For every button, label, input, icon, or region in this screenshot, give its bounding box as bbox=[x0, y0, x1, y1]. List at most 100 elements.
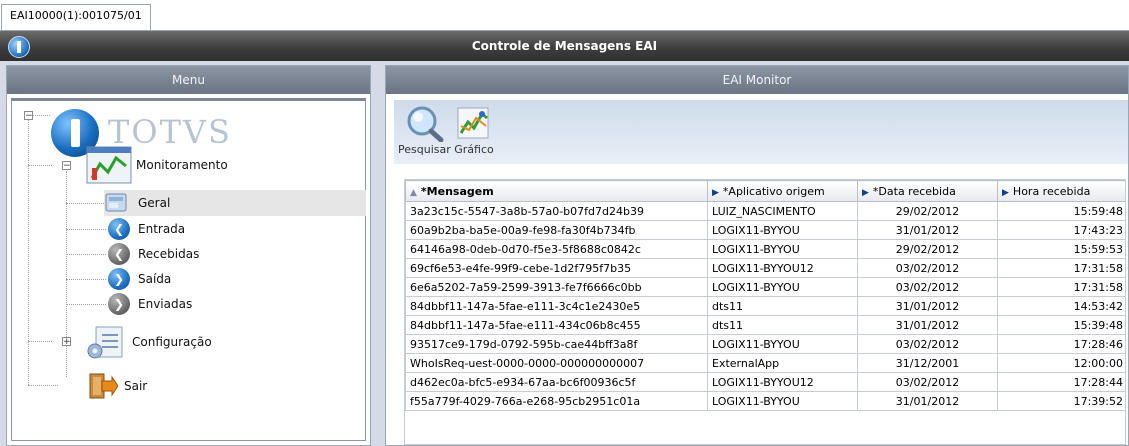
tree-item-geral[interactable]: Geral bbox=[104, 190, 366, 216]
table-cell: 60a9b2ba-ba5e-00a9-fe98-fa30f4b734fb bbox=[405, 220, 708, 240]
tab-strip: EAI10000(1):001075/01 bbox=[0, 0, 1129, 30]
window-title: Controle de Mensagens EAI bbox=[471, 39, 658, 53]
totvs-app-icon bbox=[8, 36, 30, 58]
table-cell: 31/01/2012 bbox=[857, 296, 998, 316]
table-cell: 17:31:58 bbox=[997, 258, 1125, 278]
monitor-toolbar: Pesquisar Gráfico bbox=[394, 100, 1128, 164]
table-cell: 64146a98-0deb-0d70-f5e3-5f8688c0842c bbox=[405, 239, 708, 259]
table-cell: LOGIX11-BYYOU bbox=[707, 277, 858, 297]
tree-item-saida[interactable]: ❯ Saída bbox=[108, 268, 171, 290]
table-row[interactable]: 64146a98-0deb-0d70-f5e3-5f8688c0842c LOGI… bbox=[405, 239, 1125, 259]
tree-item-recebidas[interactable]: ❮ Recebidas bbox=[108, 243, 199, 265]
tree-line bbox=[28, 385, 58, 386]
table-cell: 03/02/2012 bbox=[857, 277, 998, 297]
chart-button-label: Gráfico bbox=[454, 143, 494, 156]
column-header-label: Hora recebida bbox=[1012, 184, 1091, 198]
dashboard-icon bbox=[105, 193, 127, 212]
table-cell: 17:28:44 bbox=[997, 372, 1125, 392]
table-header-row: ▲ *Mensagem ▶ *Aplicativo origem ▶ *Data re… bbox=[405, 180, 1125, 202]
eai-monitor-panel: EAI Monitor Pesquisar Gráfico ▲ *Mensage… bbox=[385, 65, 1129, 446]
chart-button[interactable]: Gráfico bbox=[454, 104, 494, 156]
table-cell: LOGIX11-BYYOU12 bbox=[707, 372, 858, 392]
tree-item-label: Enviadas bbox=[138, 297, 193, 311]
table-cell: 12:00:00 bbox=[997, 353, 1125, 373]
search-button[interactable]: Pesquisar bbox=[398, 104, 451, 156]
table-cell: 03/02/2012 bbox=[857, 334, 998, 354]
tree-item-label: Entrada bbox=[138, 222, 186, 236]
tree-line bbox=[66, 304, 106, 305]
table-cell: 31/01/2012 bbox=[857, 391, 998, 411]
tree-item-label: Recebidas bbox=[138, 247, 200, 261]
table-cell: 17:43:23 bbox=[997, 220, 1125, 240]
table-cell: WhoIsReq-uest-0000-0000-000000000007 bbox=[405, 353, 708, 373]
table-cell: 6e6a5202-7a59-2599-3913-fe7f6666c0bb bbox=[405, 277, 708, 297]
table-cell: 84dbbf11-147a-5fae-e111-3c4c1e2430e5 bbox=[405, 296, 708, 316]
column-header-data-recebida[interactable]: ▶ *Data recebida bbox=[857, 180, 998, 202]
table-row[interactable]: 93517ce9-179d-0792-595b-cae44bff3a8f LOGI… bbox=[405, 334, 1125, 354]
tree-line bbox=[28, 115, 29, 385]
table-cell: 15:59:53 bbox=[997, 239, 1125, 259]
table-row[interactable]: f55a779f-4029-766a-e268-95cb2951c01a LOGI… bbox=[405, 391, 1125, 411]
tree-item-label: Geral bbox=[138, 196, 171, 210]
column-header-label: *Data recebida bbox=[872, 184, 956, 198]
app-window: Controle de Mensagens EAI Menu − TOTVS −… bbox=[0, 30, 1129, 446]
tree-item-label: Configuração bbox=[132, 335, 212, 349]
tree-line bbox=[66, 254, 106, 255]
monitoramento-collapse-toggle[interactable]: − bbox=[62, 161, 71, 171]
table-cell: LOGIX11-BYYOU bbox=[707, 239, 858, 259]
tree-item-sair[interactable]: Sair bbox=[88, 371, 147, 401]
tree-line bbox=[28, 341, 52, 342]
table-cell: 15:39:48 bbox=[997, 315, 1125, 335]
table-cell: f55a779f-4029-766a-e268-95cb2951c01a bbox=[405, 391, 708, 411]
table-cell: 69cf6e53-e4fe-99f9-cebe-1d2f795f7b35 bbox=[405, 258, 708, 278]
table-row[interactable]: 84dbbf11-147a-5fae-e111-434c06b8c455 dts1… bbox=[405, 315, 1125, 335]
table-row[interactable]: WhoIsReq-uest-0000-0000-000000000007 Exte… bbox=[405, 353, 1125, 373]
column-header-mensagem[interactable]: ▲ *Mensagem bbox=[405, 180, 708, 202]
table-cell: LOGIX11-BYYOU bbox=[707, 334, 858, 354]
tree-item-entrada[interactable]: ❮ Entrada bbox=[108, 218, 185, 240]
root-collapse-toggle[interactable]: − bbox=[24, 111, 33, 121]
tree-item-monitoramento[interactable]: Monitoramento bbox=[86, 146, 228, 184]
table-cell: LUIZ_NASCIMENTO bbox=[707, 201, 858, 221]
tree-item-enviadas[interactable]: ❯ Enviadas bbox=[108, 293, 192, 315]
table-cell: 84dbbf11-147a-5fae-e111-434c06b8c455 bbox=[405, 315, 708, 335]
sort-indicator-icon: ▶ bbox=[1002, 187, 1009, 198]
tree-item-label: Saída bbox=[138, 272, 172, 286]
table-cell: LOGIX11-BYYOU bbox=[707, 391, 858, 411]
sort-indicator-icon: ▶ bbox=[862, 187, 869, 198]
table-cell: d462ec0a-bfc5-e934-67aa-bc6f00936c5f bbox=[405, 372, 708, 392]
table-cell: 31/01/2012 bbox=[857, 315, 998, 335]
tab-eai10000[interactable]: EAI10000(1):001075/01 bbox=[1, 4, 151, 30]
table-cell: 17:39:52 bbox=[997, 391, 1125, 411]
search-button-label: Pesquisar bbox=[398, 143, 451, 156]
table-cell: 03/02/2012 bbox=[857, 372, 998, 392]
column-header-aplicativo-origem[interactable]: ▶ *Aplicativo origem bbox=[707, 180, 858, 202]
arrow-left-icon: ❮ bbox=[108, 218, 130, 240]
settings-list-icon bbox=[87, 326, 123, 359]
tree-item-configuracao[interactable]: Configuração bbox=[86, 325, 212, 359]
table-cell: 03/02/2012 bbox=[857, 258, 998, 278]
column-header-hora-recebida[interactable]: ▶ Hora recebida bbox=[997, 180, 1125, 202]
table-cell: 17:28:46 bbox=[997, 334, 1125, 354]
line-chart-icon bbox=[457, 107, 489, 139]
table-row[interactable]: 60a9b2ba-ba5e-00a9-fe98-fa30f4b734fb LOGI… bbox=[405, 220, 1125, 240]
table-row[interactable]: 69cf6e53-e4fe-99f9-cebe-1d2f795f7b35 LOGI… bbox=[405, 258, 1125, 278]
tree-item-label: Sair bbox=[124, 379, 148, 393]
tree-line bbox=[66, 229, 106, 230]
column-header-label: *Aplicativo origem bbox=[722, 184, 825, 198]
table-row[interactable]: 6e6a5202-7a59-2599-3913-fe7f6666c0bb LOGI… bbox=[405, 277, 1125, 297]
table-row[interactable]: 3a23c15c-5547-3a8b-57a0-b07fd7d24b39 LUIZ… bbox=[405, 201, 1125, 221]
table-row[interactable]: 84dbbf11-147a-5fae-e111-3c4c1e2430e5 dts1… bbox=[405, 296, 1125, 316]
table-row[interactable]: d462ec0a-bfc5-e934-67aa-bc6f00936c5f LOGI… bbox=[405, 372, 1125, 392]
messages-table: ▲ *Mensagem ▶ *Aplicativo origem ▶ *Data re… bbox=[404, 179, 1126, 445]
arrow-right-icon: ❯ bbox=[108, 293, 130, 315]
magnifier-icon bbox=[407, 106, 444, 143]
arrow-left-icon: ❮ bbox=[108, 243, 130, 265]
table-cell: ExternalApp bbox=[707, 353, 858, 373]
configuracao-expand-toggle[interactable]: + bbox=[62, 337, 71, 347]
menu-panel: Menu − TOTVS − Monitoramento Geral ❮ Ent… bbox=[6, 65, 371, 446]
tree-line bbox=[66, 203, 104, 204]
table-cell: 14:53:42 bbox=[997, 296, 1125, 316]
table-cell: dts11 bbox=[707, 315, 858, 335]
tree-line bbox=[66, 279, 106, 280]
